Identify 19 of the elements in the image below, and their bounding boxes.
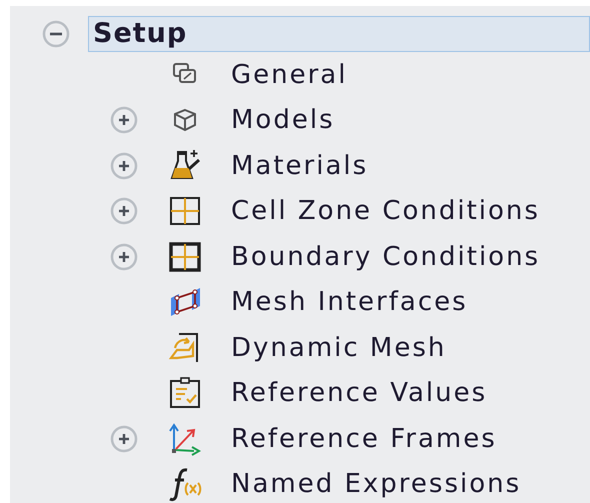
tree-item[interactable]: Reference Frames bbox=[229, 422, 499, 455]
collapse-toggle[interactable] bbox=[41, 19, 71, 49]
tree-item[interactable]: Reference Values bbox=[229, 377, 490, 410]
function-icon bbox=[167, 466, 203, 502]
tree-item[interactable]: Models bbox=[229, 104, 337, 136]
tree-item[interactable]: Cell Zone Conditions bbox=[229, 195, 542, 228]
tree-item[interactable]: Named Expressions bbox=[229, 468, 524, 500]
expand-toggle[interactable] bbox=[109, 105, 139, 136]
expand-toggle[interactable] bbox=[109, 196, 139, 226]
tree-item[interactable]: General bbox=[229, 58, 350, 91]
tree-item[interactable]: Boundary Conditions bbox=[229, 240, 542, 273]
tree-item[interactable]: Setup bbox=[88, 16, 590, 52]
tree-item[interactable]: Dynamic Mesh bbox=[229, 332, 448, 364]
tree-item[interactable]: Mesh Interfaces bbox=[229, 286, 470, 318]
expand-toggle[interactable] bbox=[109, 424, 139, 454]
tree-item[interactable]: Materials bbox=[229, 150, 370, 182]
expand-toggle[interactable] bbox=[109, 242, 139, 272]
expand-toggle[interactable] bbox=[109, 150, 139, 181]
axes-icon bbox=[167, 420, 203, 457]
